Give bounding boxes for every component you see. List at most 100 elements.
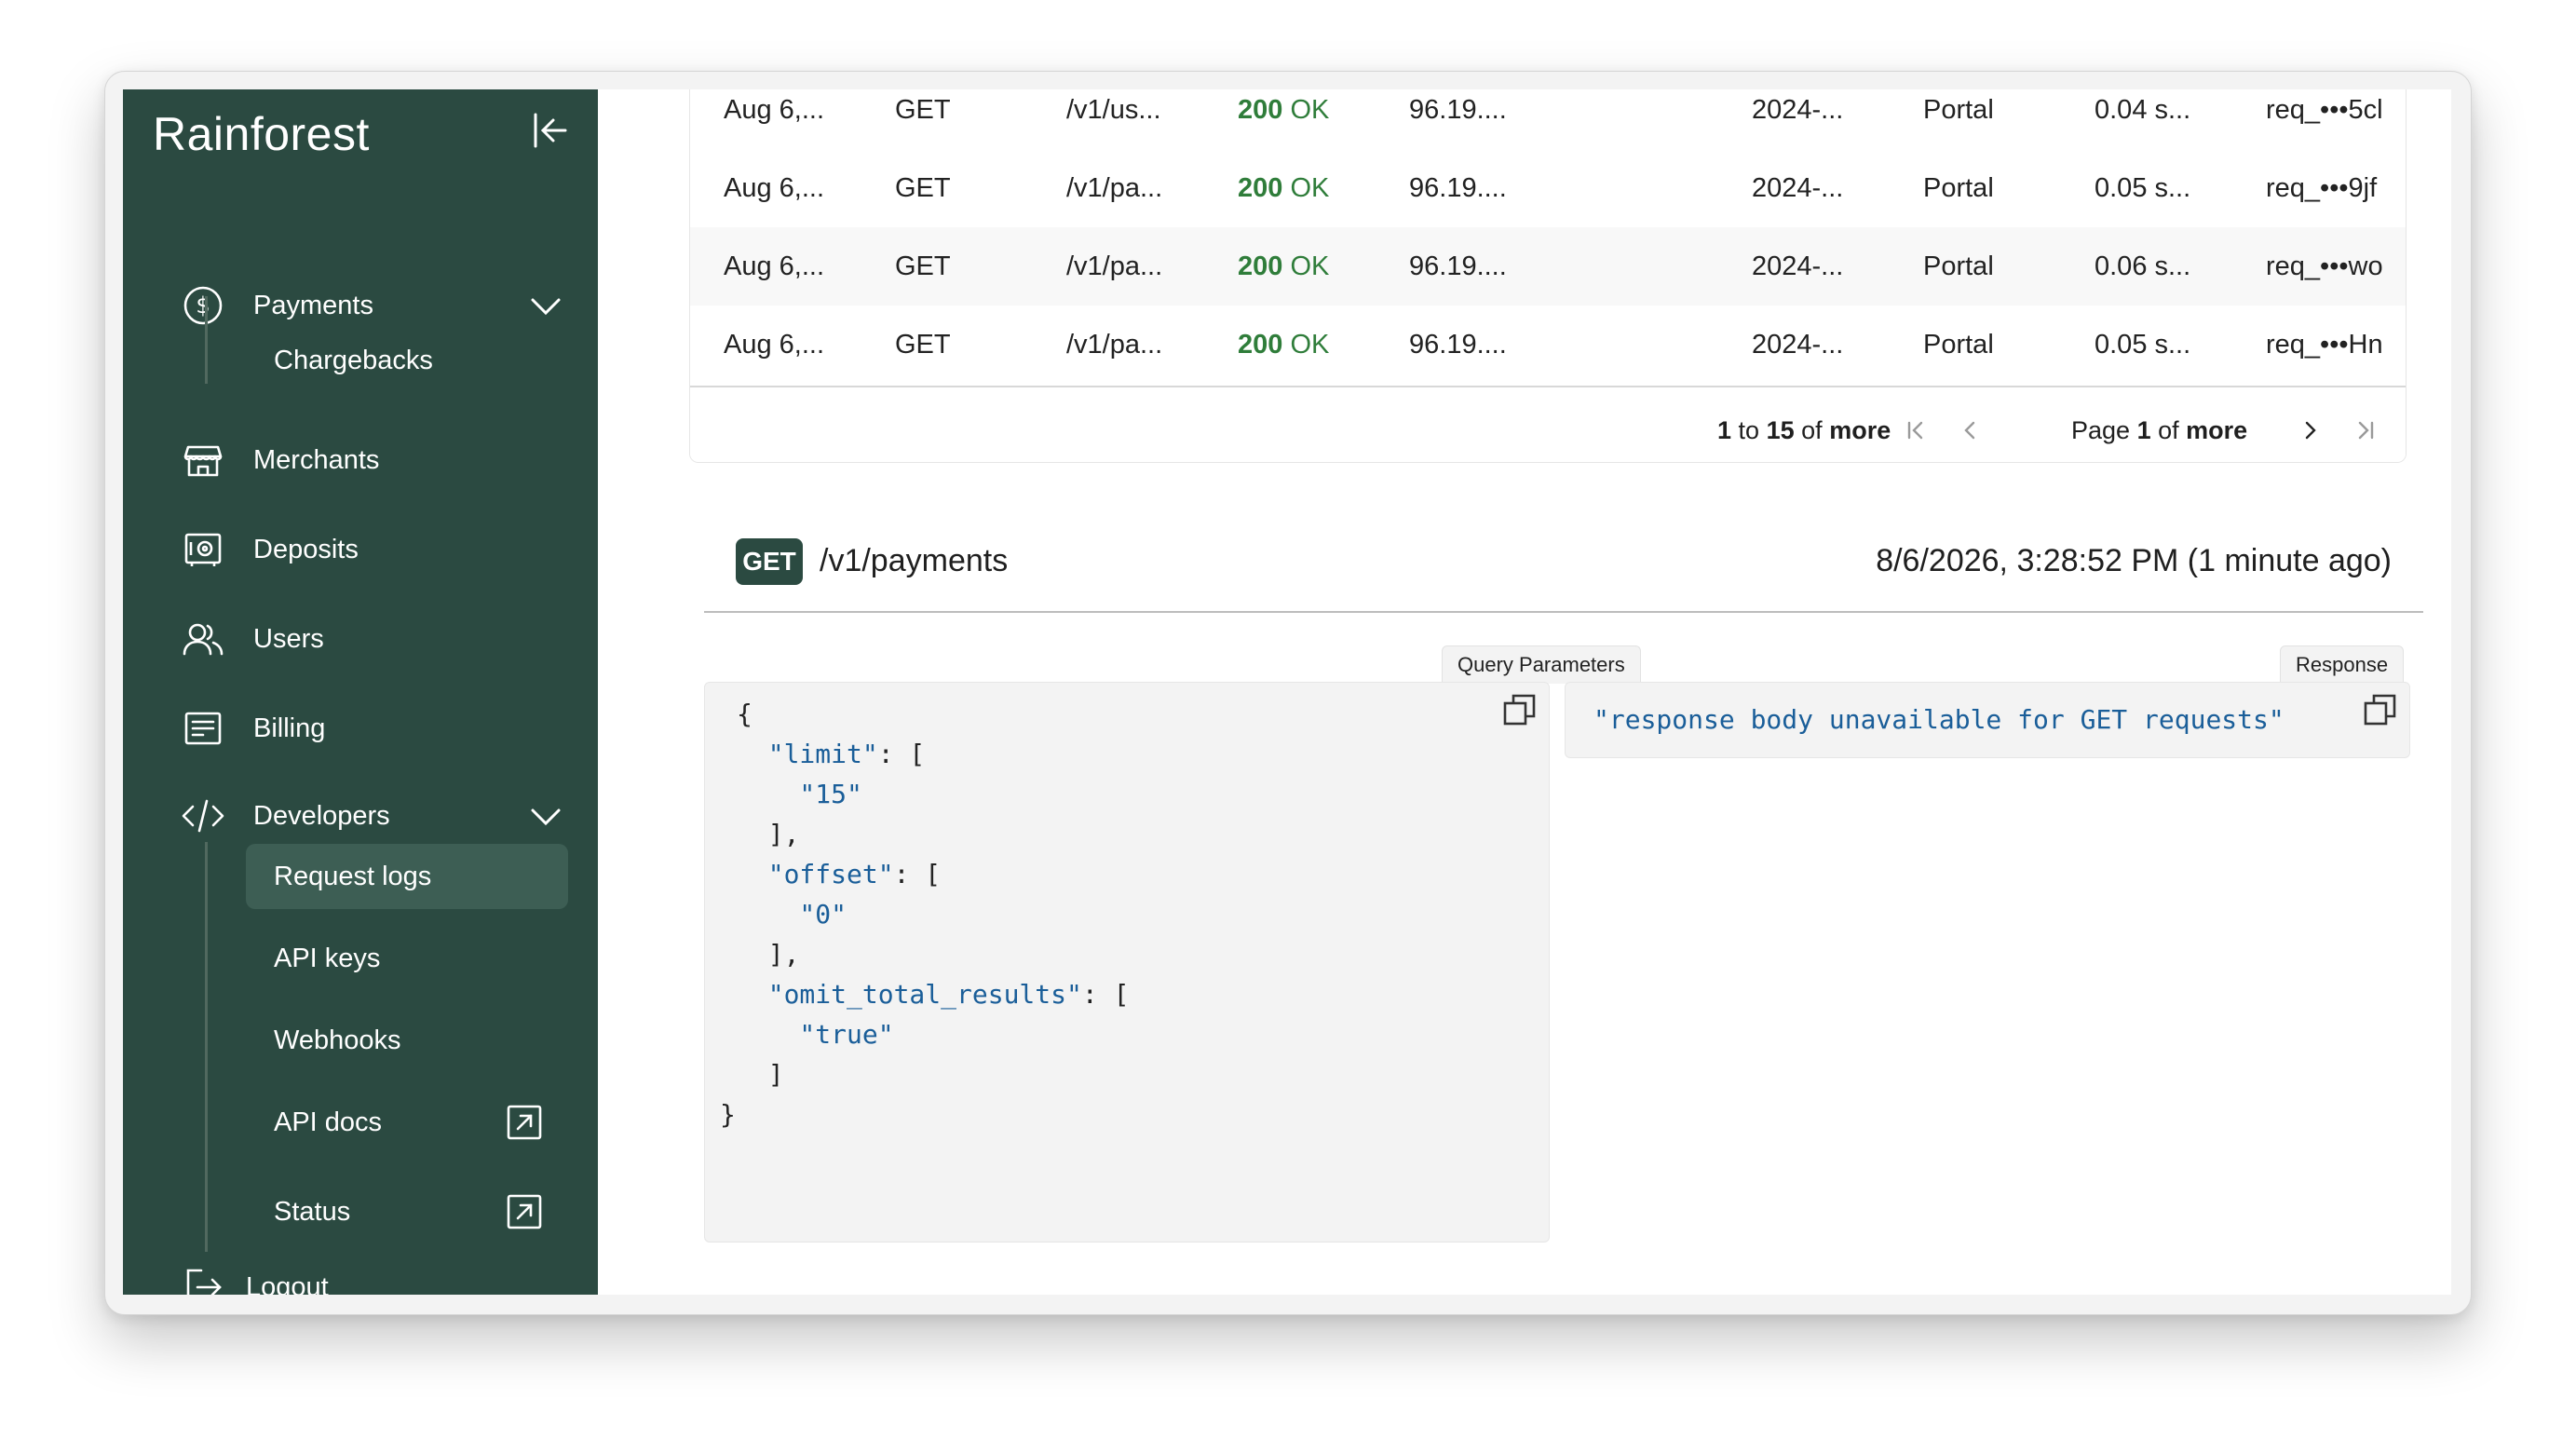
cell-version: 2024-...	[1752, 173, 1844, 203]
table-row[interactable]: Aug 6,... GET /v1/pa... 200 OK 96.19....…	[690, 149, 2406, 227]
range-of: of	[1801, 416, 1823, 444]
request-path: /v1/payments	[820, 543, 1009, 578]
query-parameters-tab[interactable]: Query Parameters	[1442, 645, 1641, 684]
external-link-icon	[507, 1105, 542, 1140]
cell-duration: 0.05 s...	[2095, 330, 2191, 360]
chevron-down-icon[interactable]	[525, 795, 566, 836]
cell-duration: 0.05 s...	[2095, 173, 2191, 203]
sidebar-item-label: Deposits	[253, 534, 359, 564]
code-line: "0"	[737, 899, 847, 930]
cell-ip: 96.19....	[1409, 95, 1507, 125]
sidebar-item-api-keys[interactable]: API keys	[246, 926, 568, 991]
sidebar-item-label: Developers	[253, 800, 390, 831]
page-indicator: Page 1 of more	[2071, 387, 2247, 462]
sidebar-item-developers[interactable]: Developers	[181, 786, 572, 846]
sidebar-item-billing[interactable]: Billing	[181, 699, 572, 758]
sidebar-item-label: Chargebacks	[274, 345, 433, 375]
external-link-icon	[507, 1194, 542, 1229]
cell-status: 200 OK	[1238, 306, 1405, 384]
response-tab[interactable]: Response	[2280, 645, 2405, 684]
range-more: more	[1829, 416, 1891, 444]
cell-path: /v1/pa...	[1066, 330, 1163, 360]
code-line: {	[737, 699, 752, 729]
table-row[interactable]: Aug 6,... GET /v1/pa... 200 OK 96.19....…	[690, 306, 2406, 384]
cell-status: 200 OK	[1238, 89, 1405, 149]
request-log-table: Aug 6,... GET /v1/us... 200 OK 96.19....…	[689, 89, 2407, 463]
response-body: "response body unavailable for GET reque…	[1593, 704, 2285, 735]
status-text: OK	[1290, 95, 1330, 125]
brand-logo: Rainforest	[153, 108, 370, 160]
range-start: 1	[1717, 416, 1732, 444]
cell-source: Portal	[1923, 330, 1994, 360]
request-detail-header: GET /v1/payments 8/6/2026, 3:28:52 PM (1…	[704, 518, 2423, 613]
last-page-button[interactable]	[2348, 414, 2381, 447]
cell-source: Portal	[1923, 251, 1994, 281]
code-icon	[181, 794, 225, 838]
cell-status: 200 OK	[1238, 227, 1405, 306]
sidebar-item-deposits[interactable]: Deposits	[181, 520, 572, 579]
chevron-left-icon	[1964, 421, 1975, 440]
cell-status: 200 OK	[1238, 149, 1405, 227]
first-page-button[interactable]	[1900, 414, 1933, 447]
first-page-icon	[1907, 421, 1923, 440]
status-text: OK	[1290, 173, 1330, 203]
cell-date: Aug 6,...	[724, 330, 825, 360]
sidebar-item-request-logs[interactable]: Request logs	[246, 844, 568, 909]
status-code: 200	[1238, 330, 1283, 360]
copy-icon[interactable]	[1502, 692, 1538, 727]
sidebar-item-users[interactable]: Users	[181, 609, 572, 669]
sidebar-item-chargebacks[interactable]: Chargebacks	[246, 328, 568, 393]
pagination-bar: 1 to 15 of more Page 1 of more	[690, 386, 2406, 462]
cell-request-id: req_•••wo	[2266, 251, 2383, 281]
cell-request-id: req_•••Hn	[2266, 330, 2383, 360]
logout-button[interactable]: Logout	[183, 1257, 574, 1295]
code-line: ],	[737, 939, 800, 970]
copy-icon[interactable]	[2363, 692, 2398, 727]
sidebar-item-status[interactable]: Status	[246, 1179, 568, 1244]
sidebar-item-webhooks[interactable]: Webhooks	[246, 1008, 568, 1073]
sidebar-item-merchants[interactable]: Merchants	[181, 430, 572, 490]
next-page-button[interactable]	[2294, 414, 2327, 447]
cell-request-id: req_•••9jf	[2266, 173, 2378, 203]
cell-date: Aug 6,...	[724, 95, 825, 125]
code-line: "offset": [	[737, 859, 942, 889]
collapse-sidebar-button[interactable]	[525, 106, 574, 155]
logout-icon	[183, 1265, 227, 1295]
safe-icon	[181, 527, 225, 572]
code-line: "15"	[737, 779, 862, 809]
method-badge: GET	[736, 538, 803, 585]
sidebar-item-label: Users	[253, 623, 324, 654]
cell-date: Aug 6,...	[724, 251, 825, 281]
cell-method: GET	[895, 251, 951, 281]
users-icon	[181, 617, 225, 661]
table-row[interactable]: Aug 6,... GET /v1/us... 200 OK 96.19....…	[690, 89, 2406, 149]
cell-duration: 0.04 s...	[2095, 95, 2191, 125]
status-code: 200	[1238, 173, 1283, 203]
response-panel: "response body unavailable for GET reque…	[1565, 682, 2410, 758]
previous-page-button[interactable]	[1953, 414, 1986, 447]
chevron-down-icon[interactable]	[525, 285, 566, 326]
cell-method: GET	[895, 330, 951, 360]
logout-label: Logout	[246, 1271, 329, 1296]
table-row[interactable]: Aug 6,... GET /v1/pa... 200 OK 96.19....…	[690, 227, 2406, 306]
sidebar-item-label: Billing	[253, 713, 326, 743]
main-content: Aug 6,... GET /v1/us... 200 OK 96.19....…	[598, 89, 2451, 1295]
cell-path: /v1/us...	[1066, 95, 1161, 125]
cell-path: /v1/pa...	[1066, 251, 1163, 281]
cell-version: 2024-...	[1752, 251, 1844, 281]
svg-text:$: $	[196, 292, 210, 319]
sidebar-item-label: Merchants	[253, 444, 380, 475]
cell-request-id: req_•••5cl	[2266, 95, 2383, 125]
sidebar-item-api-docs[interactable]: API docs	[246, 1090, 568, 1155]
sidebar-item-label: Request logs	[274, 861, 432, 891]
sidebar-item-label: Webhooks	[274, 1025, 401, 1055]
sidebar-item-label: Status	[274, 1196, 351, 1227]
sidebar-item-label: Payments	[253, 290, 373, 320]
code-line: "true"	[737, 1019, 894, 1050]
chevron-right-icon	[2305, 421, 2316, 440]
cell-version: 2024-...	[1752, 95, 1844, 125]
sidebar-item-payments[interactable]: $ Payments	[181, 276, 572, 335]
query-parameters-panel: { "limit": [ "15" ], "offset": [ "0" ], …	[704, 682, 1550, 1243]
collapse-left-icon	[534, 113, 567, 148]
status-code: 200	[1238, 95, 1283, 125]
